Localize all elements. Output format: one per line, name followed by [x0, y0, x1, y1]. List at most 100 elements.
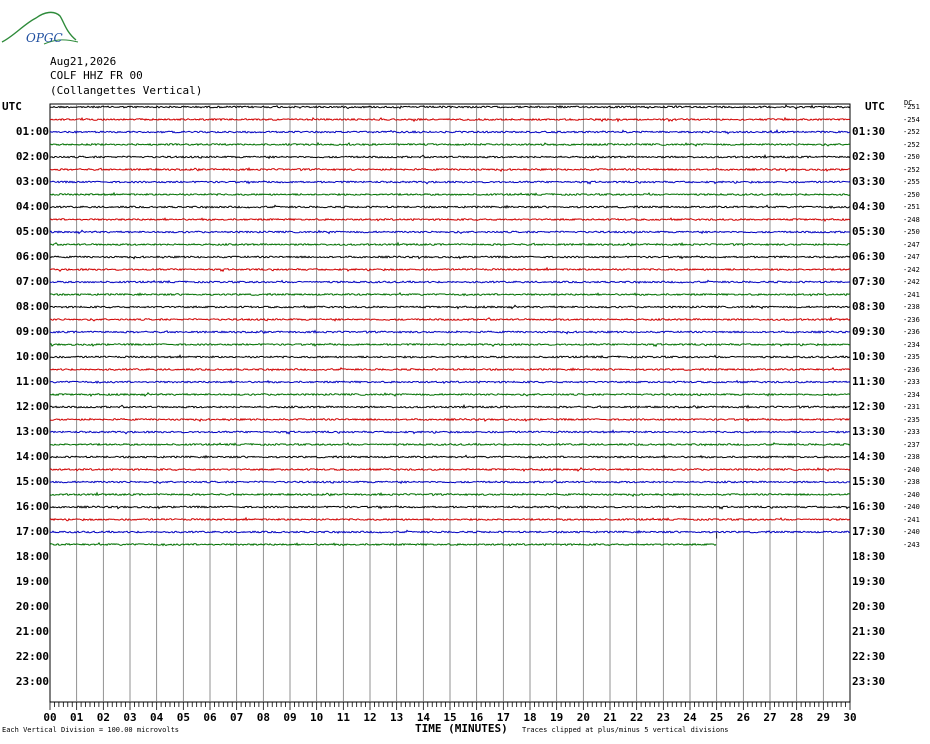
x-tick-label: 30 — [843, 711, 857, 724]
x-tick-label: 05 — [176, 711, 190, 724]
x-tick-label: 25 — [710, 711, 724, 724]
dc-value: -251 — [903, 103, 920, 111]
left-time-label: 15:00 — [15, 475, 49, 488]
left-time-label: 11:00 — [15, 375, 49, 388]
left-time-label: 04:00 — [15, 200, 49, 213]
dc-value: -242 — [903, 278, 920, 286]
dc-value: -247 — [903, 253, 920, 261]
left-time-label: 23:00 — [15, 675, 49, 688]
dc-value: -240 — [903, 528, 920, 536]
right-time-label: 14:30 — [852, 450, 886, 463]
dc-value: -240 — [903, 490, 920, 499]
right-time-label: 04:30 — [852, 200, 886, 213]
dc-value: -247 — [903, 240, 920, 249]
right-time-label: 03:30 — [852, 175, 886, 188]
right-time-label: 16:30 — [852, 500, 886, 513]
x-tick-label: 13 — [390, 711, 404, 724]
left-time-label: 09:00 — [15, 325, 49, 338]
right-time-label: 23:30 — [852, 675, 886, 688]
left-time-label: 21:00 — [15, 625, 49, 638]
dc-value: -250 — [903, 228, 920, 236]
right-time-label: 21:30 — [852, 625, 886, 638]
dc-value: -252 — [903, 128, 920, 136]
x-tick-label: 06 — [203, 711, 217, 724]
x-tick-label: 28 — [790, 711, 804, 724]
x-tick-label: 00 — [43, 711, 57, 724]
dc-value: -255 — [903, 178, 920, 186]
dc-value: -236 — [903, 328, 920, 336]
left-time-label: 10:00 — [15, 350, 49, 363]
left-time-label: 03:00 — [15, 175, 49, 188]
x-tick-label: 29 — [816, 711, 830, 724]
dc-value: -250 — [903, 190, 920, 199]
right-time-label: 22:30 — [852, 650, 886, 663]
x-tick-label: 04 — [150, 711, 164, 724]
left-time-label: 06:00 — [15, 250, 49, 263]
right-time-label: 18:30 — [852, 550, 886, 563]
right-time-label: 15:30 — [852, 475, 886, 488]
right-time-label: 11:30 — [852, 375, 886, 388]
x-tick-label: 02 — [96, 711, 110, 724]
left-time-label: 14:00 — [15, 450, 49, 463]
dc-value: -240 — [903, 465, 920, 474]
dc-value: -233 — [903, 428, 920, 436]
x-tick-label: 12 — [363, 711, 377, 724]
dc-value: -241 — [903, 290, 920, 299]
x-tick-label: 18 — [523, 711, 537, 724]
dc-value: -252 — [903, 140, 920, 149]
right-time-label: 07:30 — [852, 275, 886, 288]
x-tick-label: 23 — [656, 711, 670, 724]
x-tick-label: 20 — [576, 711, 590, 724]
dc-value: -238 — [903, 453, 920, 461]
left-time-label: 17:00 — [15, 525, 49, 538]
clip-note: Traces clipped at plus/minus 5 vertical … — [522, 726, 729, 734]
left-time-label: 19:00 — [15, 575, 49, 588]
left-time-label: 12:00 — [15, 400, 49, 413]
right-time-label: 01:30 — [852, 125, 886, 138]
left-time-label: 18:00 — [15, 550, 49, 563]
dc-value: -238 — [903, 478, 920, 486]
x-tick-label: 01 — [70, 711, 84, 724]
dc-value: -248 — [903, 215, 920, 224]
left-time-label: 07:00 — [15, 275, 49, 288]
dc-value: -250 — [903, 153, 920, 161]
left-time-label: 02:00 — [15, 150, 49, 163]
dc-value: -238 — [903, 303, 920, 311]
x-tick-label: 11 — [336, 711, 350, 724]
x-tick-label: 10 — [310, 711, 324, 724]
right-time-label: 17:30 — [852, 525, 886, 538]
x-axis-title: TIME (MINUTES) — [415, 722, 508, 735]
right-time-label: 06:30 — [852, 250, 886, 263]
dc-value: -241 — [903, 515, 920, 524]
left-time-label: 13:00 — [15, 425, 49, 438]
left-time-label: 01:00 — [15, 125, 49, 138]
x-tick-label: 24 — [683, 711, 697, 724]
x-tick-label: 27 — [763, 711, 777, 724]
right-time-label: 20:30 — [852, 600, 886, 613]
x-tick-label: 22 — [630, 711, 644, 724]
right-time-label: 19:30 — [852, 575, 886, 588]
right-time-label: 08:30 — [852, 300, 886, 313]
dc-value: -236 — [903, 315, 920, 324]
dc-value: -235 — [903, 415, 920, 424]
dc-value: -234 — [903, 390, 920, 399]
scale-note: Each Vertical Division = 100.00 microvol… — [2, 726, 180, 734]
x-tick-label: 26 — [736, 711, 750, 724]
right-time-label: 12:30 — [852, 400, 886, 413]
left-time-label: 16:00 — [15, 500, 49, 513]
left-time-label: 08:00 — [15, 300, 49, 313]
dc-value: -236 — [903, 365, 920, 374]
left-time-label: 05:00 — [15, 225, 49, 238]
right-time-label: 05:30 — [852, 225, 886, 238]
dc-value: -231 — [903, 403, 920, 411]
left-time-label: 20:00 — [15, 600, 49, 613]
dc-value: -242 — [903, 265, 920, 274]
x-tick-label: 03 — [123, 711, 137, 724]
dc-value: -235 — [903, 353, 920, 361]
right-time-label: 09:30 — [852, 325, 886, 338]
left-time-label: 22:00 — [15, 650, 49, 663]
dc-value: -254 — [903, 115, 920, 124]
x-tick-label: 19 — [550, 711, 564, 724]
seismic-trace — [49, 542, 717, 547]
dc-value: -237 — [903, 440, 920, 449]
